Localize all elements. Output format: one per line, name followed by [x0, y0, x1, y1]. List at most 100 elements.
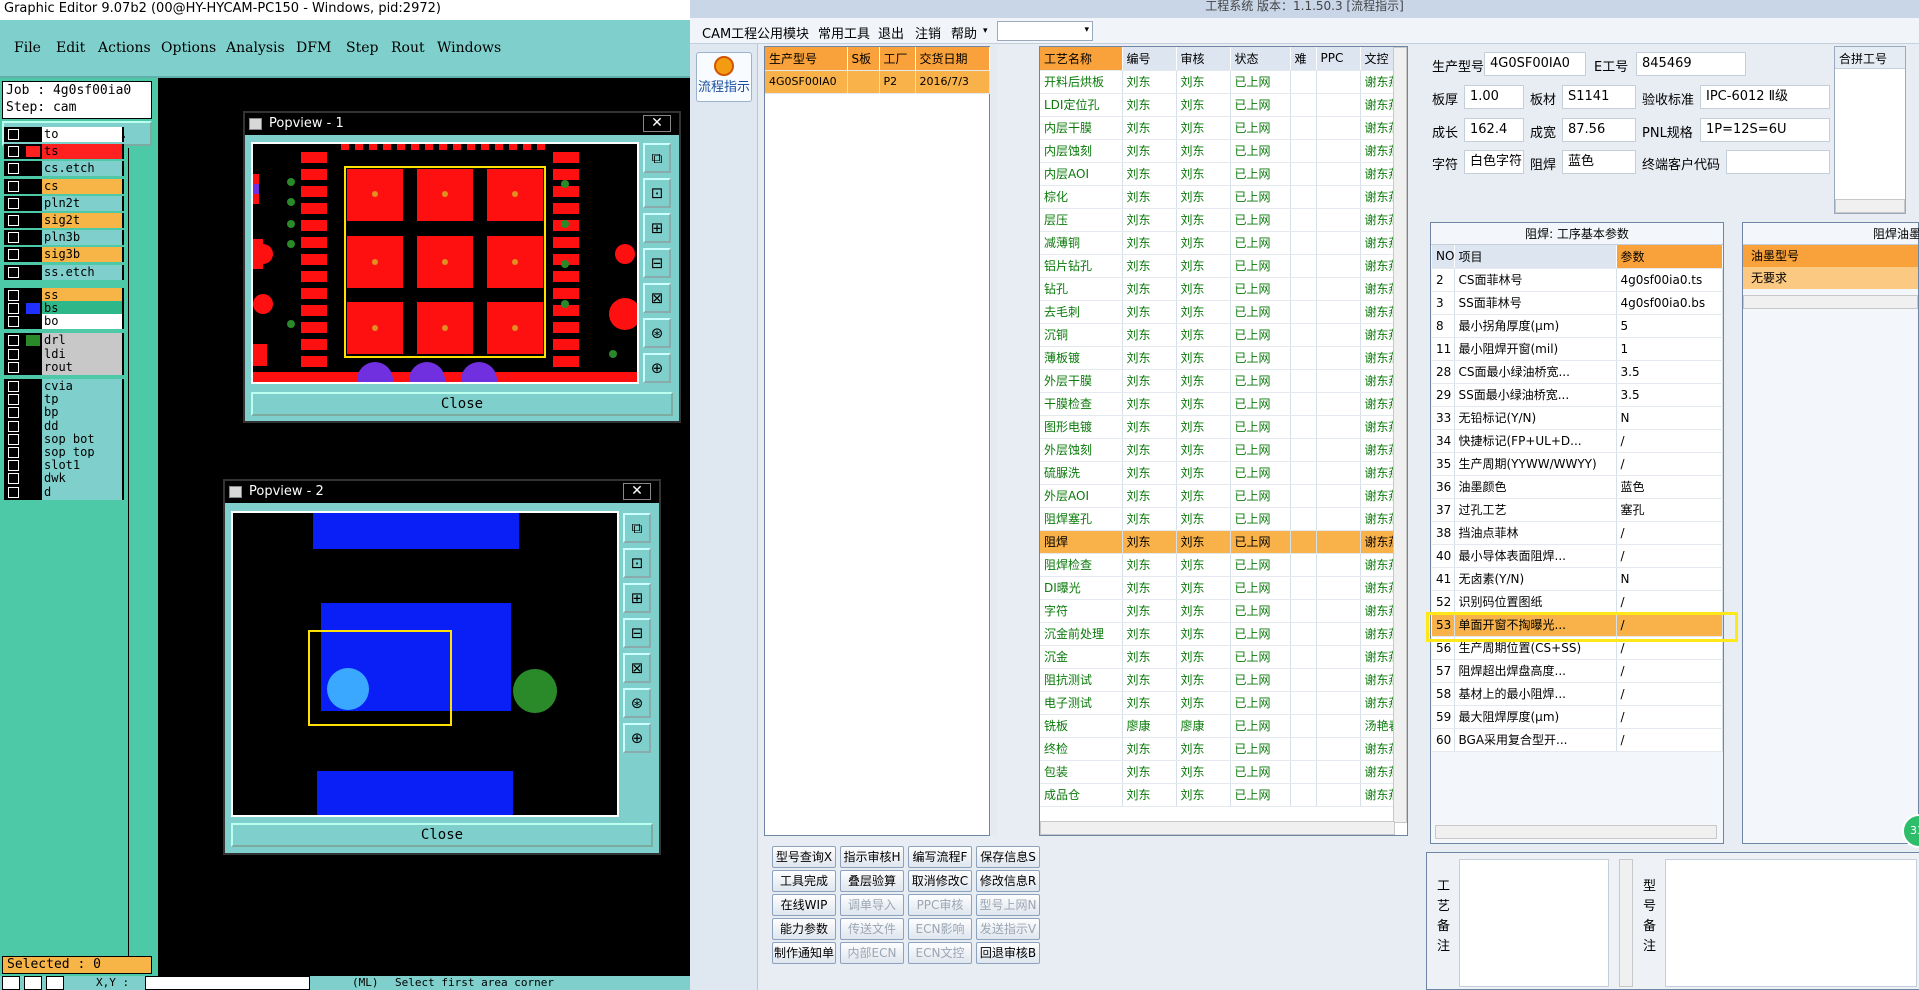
layer-checkbox[interactable] [8, 289, 19, 301]
param-row[interactable]: 35 生产周期(YYWW/WWYY) / [1432, 452, 1723, 476]
center-icon[interactable]: ⊕ [643, 353, 671, 383]
layer-checkbox[interactable] [8, 407, 19, 419]
layer-checkbox[interactable] [8, 232, 19, 244]
process-row[interactable]: 内层蚀刻 刘东 刘东 已上网 谢东燕 [1040, 139, 1406, 163]
popview-1-canvas[interactable] [251, 142, 641, 398]
action-button[interactable]: 工具完成 [772, 870, 836, 892]
param-row[interactable]: 38 挡油点菲林 / [1432, 521, 1723, 545]
splitter[interactable] [991, 46, 997, 836]
menu-rout[interactable]: Rout [391, 40, 425, 56]
layer-checkbox[interactable] [8, 316, 19, 328]
layer-checkbox[interactable] [8, 303, 19, 314]
process-row[interactable]: 外层AOI 刘东 刘东 已上网 谢东燕 [1040, 484, 1406, 508]
close-icon[interactable]: ✕ [643, 115, 671, 132]
column-header[interactable]: 项目 [1454, 245, 1617, 269]
layer-row[interactable]: bo [4, 314, 124, 330]
process-row[interactable]: 去毛刺 刘东 刘东 已上网 谢东燕 [1040, 300, 1406, 324]
process-row[interactable]: 阻焊塞孔 刘东 刘东 已上网 谢东燕 [1040, 507, 1406, 531]
layer-checkbox[interactable] [8, 129, 19, 140]
ink-hscroll[interactable] [1743, 295, 1918, 309]
close-icon[interactable]: ✕ [623, 483, 651, 500]
process-row[interactable]: 层压 刘东 刘东 已上网 谢东燕 [1040, 208, 1406, 232]
layer-row[interactable]: sig3b [4, 247, 124, 263]
action-button[interactable]: 发送指示V [976, 918, 1040, 940]
status-xy-field[interactable] [145, 976, 310, 990]
param-row[interactable]: 2 CS面菲林号 4g0sf00ia0.ts [1432, 268, 1723, 292]
layer-checkbox[interactable] [8, 249, 19, 261]
process-note-field[interactable] [1459, 859, 1609, 987]
pan-right-icon[interactable]: ⊠ [623, 653, 651, 683]
layer-row[interactable]: ss.etch [4, 264, 124, 280]
layer-row[interactable]: ts [4, 144, 124, 160]
menu-exit[interactable]: 退出 [878, 23, 904, 42]
layer-checkbox[interactable] [8, 486, 19, 498]
layer-checkbox[interactable] [8, 420, 19, 432]
layer-checkbox[interactable] [8, 433, 19, 445]
layer-checkbox[interactable] [8, 180, 19, 192]
column-header[interactable]: 参数 [1616, 245, 1723, 269]
column-header[interactable]: 工厂 [879, 47, 916, 71]
menu-actions[interactable]: Actions [98, 40, 151, 56]
action-button[interactable]: 能力参数 [772, 918, 836, 940]
char-field[interactable]: 白色字符 [1464, 150, 1524, 174]
layer-row[interactable]: cs [4, 178, 124, 194]
process-note-scroll[interactable] [1619, 859, 1633, 987]
zoom-out-icon[interactable]: ⊞ [643, 213, 671, 243]
layer-row[interactable]: d [4, 484, 124, 500]
layer-row[interactable]: rout [4, 359, 124, 375]
process-row[interactable]: 内层干膜 刘东 刘东 已上网 谢东燕 [1040, 116, 1406, 140]
process-row[interactable]: 开料后烘板 刘东 刘东 已上网 谢东燕 [1040, 70, 1406, 94]
layer-row[interactable]: pln2t [4, 195, 124, 211]
e-no-field[interactable]: 845469 [1636, 52, 1746, 76]
param-row[interactable]: 52 识别码位置图纸 / [1432, 590, 1723, 614]
zoom-out-icon[interactable]: ⊞ [623, 583, 651, 613]
width-field[interactable]: 87.56 [1562, 118, 1636, 142]
layer-checkbox[interactable] [8, 460, 19, 472]
layer-checkbox[interactable] [8, 394, 19, 406]
process-row[interactable]: 内层AOI 刘东 刘东 已上网 谢东燕 [1040, 162, 1406, 186]
process-vscroll[interactable] [1393, 47, 1407, 823]
popview-2-close-button[interactable]: Close [231, 823, 653, 847]
layer-row[interactable]: to [4, 127, 124, 142]
ink-value[interactable]: 无要求 [1743, 267, 1918, 289]
process-row[interactable]: 外层蚀刻 刘东 刘东 已上网 谢东燕 [1040, 438, 1406, 462]
action-button[interactable]: 保存信息S [976, 846, 1040, 868]
process-hscroll[interactable] [1040, 821, 1395, 835]
menu-step[interactable]: Step [346, 40, 378, 56]
process-row[interactable]: 铣板 廖康 廖康 已上网 汤艳春 [1040, 714, 1406, 738]
params-hscroll[interactable] [1435, 825, 1717, 839]
menu-logout[interactable]: 注销 [915, 23, 941, 42]
action-button[interactable]: 回退审核B [976, 942, 1040, 964]
model-note-field[interactable] [1665, 859, 1917, 987]
material-field[interactable]: S1141 [1562, 85, 1636, 109]
layer-row[interactable]: cs.etch [4, 161, 124, 177]
pan-left-icon[interactable]: ⊟ [643, 248, 671, 278]
layer-checkbox[interactable] [8, 447, 19, 458]
action-button[interactable]: 调单导入 [840, 894, 904, 916]
merge-hscroll[interactable] [1835, 199, 1905, 213]
column-header[interactable]: 工艺名称 [1040, 47, 1123, 71]
menu-options[interactable]: Options [161, 40, 216, 56]
flow-indicator-button[interactable]: 流程指示 [696, 52, 752, 102]
layer-checkbox[interactable] [8, 163, 19, 175]
menu-tools[interactable]: 常用工具 [818, 23, 870, 42]
process-row[interactable]: 钻孔 刘东 刘东 已上网 谢东燕 [1040, 277, 1406, 301]
param-row[interactable]: 11 最小阻焊开窗(mil) 1 [1432, 337, 1723, 361]
param-row[interactable]: 41 无卤素(Y/N) N [1432, 567, 1723, 591]
model-row[interactable]: 4G0SF00IA0 P2 2016/7/3 [765, 70, 990, 94]
menu-dfm[interactable]: DFM [296, 40, 331, 56]
layer-row[interactable]: pln3b [4, 230, 124, 246]
process-row[interactable]: DI曝光 刘东 刘东 已上网 谢东燕 [1040, 576, 1406, 600]
process-row[interactable]: 铝片钻孔 刘东 刘东 已上网 谢东燕 [1040, 254, 1406, 278]
action-button[interactable]: 取消修改C [908, 870, 972, 892]
layer-checkbox[interactable] [8, 146, 19, 158]
zoom-area-icon[interactable]: ⊛ [643, 318, 671, 348]
process-row[interactable]: 减薄铜 刘东 刘东 已上网 谢东燕 [1040, 231, 1406, 255]
param-row[interactable]: 33 无铅标记(Y/N) N [1432, 406, 1723, 430]
layer-checkbox[interactable] [8, 361, 19, 373]
action-button[interactable]: 型号查询X [772, 846, 836, 868]
layer-checkbox[interactable] [8, 348, 19, 360]
action-button[interactable]: 型号上网N [976, 894, 1040, 916]
process-row[interactable]: 硫脲洗 刘东 刘东 已上网 谢东燕 [1040, 461, 1406, 485]
prod-model-field[interactable]: 4G0SF00IA0 [1484, 52, 1586, 76]
